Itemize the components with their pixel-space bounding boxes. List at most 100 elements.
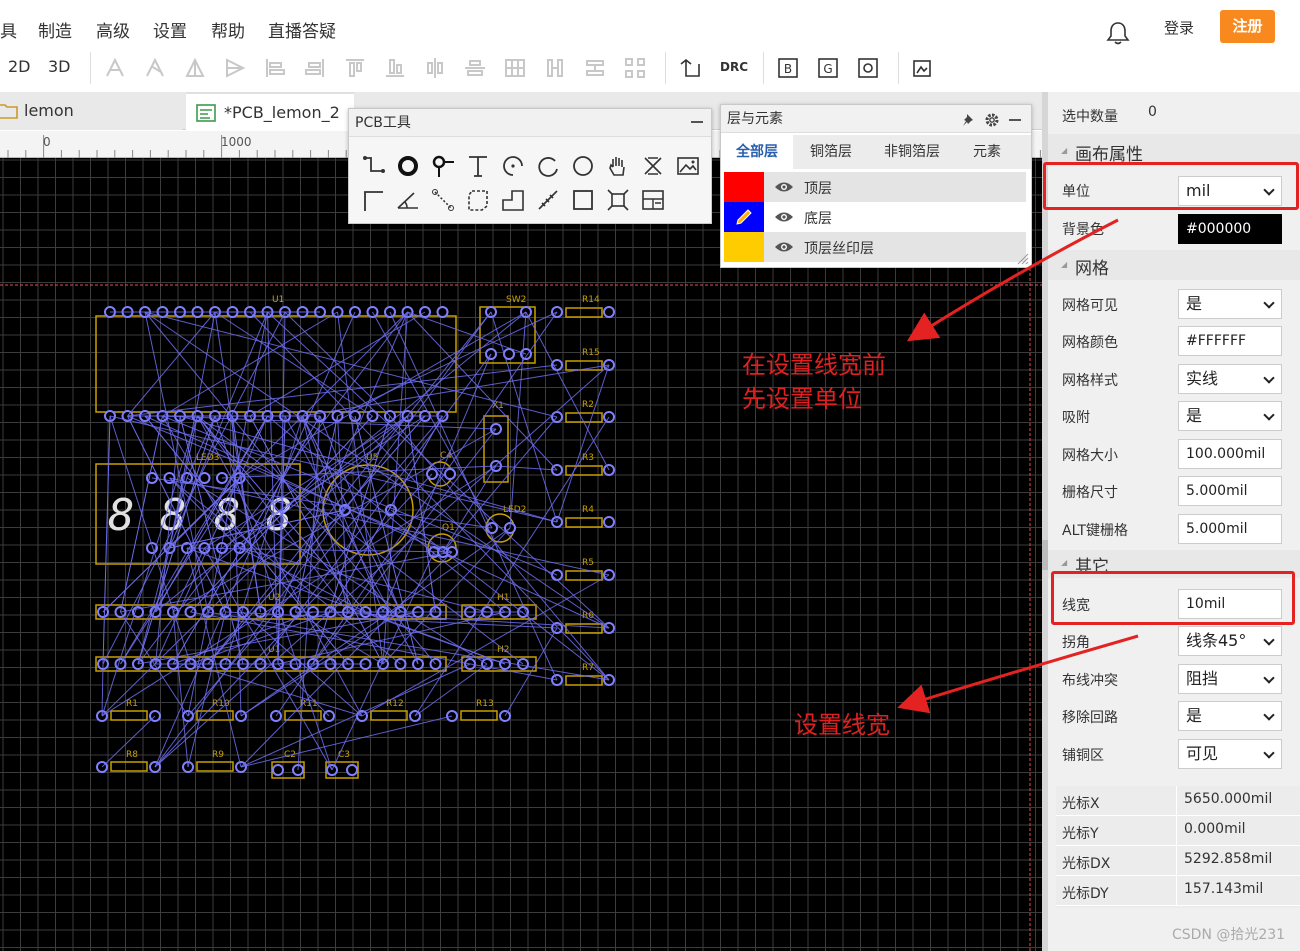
pcb-board[interactable]: U1SW2R14R15R2R3R4R5R6R7X1LED38888U5C4LED… — [0, 158, 1042, 951]
pad-tool-icon[interactable] — [395, 153, 421, 179]
layout-tool-icon[interactable] — [640, 187, 666, 213]
distribute-v-icon[interactable] — [383, 56, 407, 80]
text-tool-icon[interactable] — [465, 153, 491, 179]
designator-label: R15 — [582, 348, 600, 358]
snap-select[interactable]: 是 — [1178, 401, 1282, 431]
gear-icon[interactable] — [984, 112, 1000, 128]
toolbar-divider — [665, 52, 666, 84]
center-arc-icon[interactable] — [535, 153, 561, 179]
tab-lemon[interactable]: lemon — [0, 92, 182, 130]
minimize-icon[interactable] — [1009, 119, 1021, 121]
silkscreen-outline — [565, 360, 603, 371]
eye-icon[interactable] — [774, 240, 794, 254]
menu-tools[interactable]: 具 — [0, 17, 17, 42]
alt-snap-input[interactable]: 5.000mil — [1178, 514, 1282, 544]
pin-icon[interactable] — [961, 112, 977, 128]
register-button[interactable]: 注册 — [1220, 10, 1275, 43]
silkscreen-outline — [196, 761, 234, 772]
grid-visible-select[interactable]: 是 — [1178, 289, 1282, 319]
rectangle-tool-icon[interactable] — [570, 187, 596, 213]
group-icon[interactable] — [623, 56, 647, 80]
align-middle-icon[interactable] — [463, 56, 487, 80]
layer-color-swatch[interactable] — [724, 202, 764, 232]
tab-pcb-lemon[interactable]: *PCB_lemon_2 — [186, 92, 354, 130]
gerber-icon[interactable]: G — [816, 56, 840, 80]
align-center-icon[interactable] — [423, 56, 447, 80]
distribute-h-icon[interactable] — [343, 56, 367, 80]
layer-color-swatch[interactable] — [724, 172, 764, 202]
align-vcenter-icon[interactable] — [303, 56, 327, 80]
grid-color-input[interactable]: #FFFFFF — [1178, 326, 1282, 356]
conflict-select[interactable]: 阻挡 — [1178, 664, 1282, 694]
measure-tool-icon[interactable] — [535, 187, 561, 213]
divider — [1176, 846, 1177, 876]
layer-color-swatch[interactable] — [724, 232, 764, 262]
align-bottom-icon[interactable] — [223, 56, 247, 80]
grid-style-select[interactable]: 实线 — [1178, 364, 1282, 394]
designator-label: C3 — [338, 750, 350, 760]
route-icon[interactable] — [678, 56, 702, 80]
track-tool-icon[interactable] — [361, 153, 387, 179]
snap-size-input[interactable]: 5.000mil — [1178, 476, 1282, 506]
ratsnest-line — [407, 311, 527, 355]
circle-tool-icon[interactable] — [570, 153, 596, 179]
copper-select[interactable]: 可见 — [1178, 739, 1282, 769]
menu-help[interactable]: 帮助 — [211, 17, 245, 42]
equal-space-h-icon[interactable] — [543, 56, 567, 80]
align-left-icon[interactable] — [103, 56, 127, 80]
resize-handle-icon[interactable] — [1015, 251, 1029, 265]
designator-label: R7 — [582, 663, 594, 673]
divider — [1176, 786, 1177, 816]
eye-icon[interactable] — [774, 180, 794, 194]
view-3d-button[interactable]: 3D — [48, 57, 71, 76]
login-link[interactable]: 登录 — [1164, 17, 1194, 38]
tab-copper-layers[interactable]: 铜箔层 — [795, 135, 867, 169]
canvas-origin-icon[interactable] — [605, 187, 631, 213]
grid-align-icon[interactable] — [503, 56, 527, 80]
align-hcenter-icon[interactable] — [263, 56, 287, 80]
menu-live-qa[interactable]: 直播答疑 — [268, 17, 336, 42]
pick-place-icon[interactable] — [856, 56, 880, 80]
annotation-note-width: 设置线宽 — [794, 711, 890, 739]
connect-tool-icon[interactable] — [430, 187, 456, 213]
align-right-icon[interactable] — [143, 56, 167, 80]
polygon-tool-icon[interactable] — [640, 153, 666, 179]
menu-settings[interactable]: 设置 — [153, 17, 187, 42]
menu-advanced[interactable]: 高级 — [96, 17, 130, 42]
dimension-tool-icon[interactable] — [361, 187, 387, 213]
selected-count-label: 选中数量 — [1062, 109, 1118, 125]
corner-select[interactable]: 线条45° — [1178, 626, 1282, 656]
eye-icon[interactable] — [774, 210, 794, 224]
pcb-canvas[interactable]: U1SW2R14R15R2R3R4R5R6R7X1LED38888U5C4LED… — [0, 158, 1042, 951]
layer-row-bottom[interactable]: 底层 — [724, 202, 1026, 232]
minimize-icon[interactable] — [691, 121, 703, 123]
bom-icon[interactable]: B — [776, 56, 800, 80]
pcb-tools-panel: PCB工具 — [348, 108, 712, 224]
via-tool-icon[interactable] — [430, 153, 456, 179]
remove-loop-select[interactable]: 是 — [1178, 701, 1282, 731]
bell-icon[interactable] — [1105, 20, 1131, 46]
align-top-icon[interactable] — [183, 56, 207, 80]
grid-size-input[interactable]: 100.000mil — [1178, 439, 1282, 469]
menu-manufacture[interactable]: 制造 — [38, 17, 72, 42]
view-2d-button[interactable]: 2D — [8, 57, 31, 76]
region-tool-icon[interactable] — [465, 187, 491, 213]
panel-collapse-handle[interactable] — [1042, 540, 1048, 570]
solid-region-icon[interactable] — [500, 187, 526, 213]
tab-all-layers[interactable]: 全部层 — [721, 135, 793, 169]
bg-color-input[interactable]: #000000 — [1178, 214, 1282, 244]
angle-tool-icon[interactable] — [395, 187, 421, 213]
hand-tool-icon[interactable] — [605, 153, 631, 179]
layer-row-top[interactable]: 顶层 — [724, 172, 1026, 202]
layer-row-top-silk[interactable]: 顶层丝印层 — [724, 232, 1026, 262]
image-tool-icon[interactable] — [675, 153, 701, 179]
toolbar-divider — [763, 52, 764, 84]
equal-space-v-icon[interactable] — [583, 56, 607, 80]
export-image-icon[interactable] — [911, 56, 935, 80]
arc-tool-icon[interactable] — [500, 153, 526, 179]
cursor-dy-value: 157.143mil — [1184, 881, 1264, 897]
layer-name: 顶层丝印层 — [804, 241, 874, 257]
tab-non-copper-layers[interactable]: 非铜箔层 — [867, 135, 957, 169]
tab-elements[interactable]: 元素 — [957, 135, 1017, 169]
drc-button[interactable]: DRC — [720, 60, 748, 74]
